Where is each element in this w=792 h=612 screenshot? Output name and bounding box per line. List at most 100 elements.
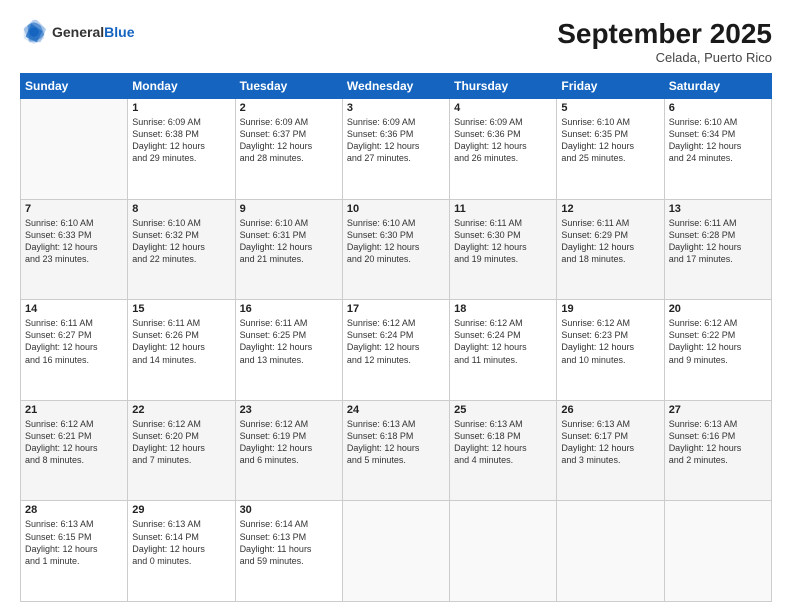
- col-friday: Friday: [557, 74, 664, 99]
- day-info: Sunrise: 6:12 AM Sunset: 6:23 PM Dayligh…: [561, 317, 659, 366]
- table-row: 14 Sunrise: 6:11 AM Sunset: 6:27 PM Dayli…: [21, 300, 128, 401]
- day-info: Sunrise: 6:10 AM Sunset: 6:31 PM Dayligh…: [240, 217, 338, 266]
- day-number: 30: [240, 504, 338, 516]
- calendar-week-row: 28 Sunrise: 6:13 AM Sunset: 6:15 PM Dayli…: [21, 501, 772, 602]
- col-saturday: Saturday: [664, 74, 771, 99]
- day-number: 25: [454, 404, 552, 416]
- table-row: 28 Sunrise: 6:13 AM Sunset: 6:15 PM Dayli…: [21, 501, 128, 602]
- table-row: 9 Sunrise: 6:10 AM Sunset: 6:31 PM Daylig…: [235, 199, 342, 300]
- col-thursday: Thursday: [450, 74, 557, 99]
- day-number: 4: [454, 102, 552, 114]
- table-row: 6 Sunrise: 6:10 AM Sunset: 6:34 PM Daylig…: [664, 99, 771, 200]
- day-info: Sunrise: 6:09 AM Sunset: 6:38 PM Dayligh…: [132, 116, 230, 165]
- calendar-week-row: 1 Sunrise: 6:09 AM Sunset: 6:38 PM Daylig…: [21, 99, 772, 200]
- day-info: Sunrise: 6:09 AM Sunset: 6:36 PM Dayligh…: [454, 116, 552, 165]
- calendar-week-row: 7Sunrise: 6:10 AM Sunset: 6:33 PM Daylig…: [21, 199, 772, 300]
- table-row: 27Sunrise: 6:13 AM Sunset: 6:16 PM Dayli…: [664, 400, 771, 501]
- day-number: 10: [347, 203, 445, 215]
- day-number: 19: [561, 303, 659, 315]
- day-info: Sunrise: 6:12 AM Sunset: 6:19 PM Dayligh…: [240, 418, 338, 467]
- table-row: [342, 501, 449, 602]
- calendar-week-row: 14 Sunrise: 6:11 AM Sunset: 6:27 PM Dayli…: [21, 300, 772, 401]
- table-row: 30 Sunrise: 6:14 AM Sunset: 6:13 PM Dayli…: [235, 501, 342, 602]
- day-number: 13: [669, 203, 767, 215]
- calendar-header-row: Sunday Monday Tuesday Wednesday Thursday…: [21, 74, 772, 99]
- day-number: 8: [132, 203, 230, 215]
- day-info: Sunrise: 6:13 AM Sunset: 6:17 PM Dayligh…: [561, 418, 659, 467]
- day-info: Sunrise: 6:10 AM Sunset: 6:35 PM Dayligh…: [561, 116, 659, 165]
- day-number: 16: [240, 303, 338, 315]
- day-number: 3: [347, 102, 445, 114]
- table-row: 22 Sunrise: 6:12 AM Sunset: 6:20 PM Dayli…: [128, 400, 235, 501]
- col-sunday: Sunday: [21, 74, 128, 99]
- day-number: 5: [561, 102, 659, 114]
- calendar-table: Sunday Monday Tuesday Wednesday Thursday…: [20, 73, 772, 602]
- day-info: Sunrise: 6:13 AM Sunset: 6:18 PM Dayligh…: [454, 418, 552, 467]
- table-row: 7Sunrise: 6:10 AM Sunset: 6:33 PM Daylig…: [21, 199, 128, 300]
- table-row: 5 Sunrise: 6:10 AM Sunset: 6:35 PM Daylig…: [557, 99, 664, 200]
- day-info: Sunrise: 6:11 AM Sunset: 6:29 PM Dayligh…: [561, 217, 659, 266]
- day-info: Sunrise: 6:10 AM Sunset: 6:32 PM Dayligh…: [132, 217, 230, 266]
- day-info: Sunrise: 6:14 AM Sunset: 6:13 PM Dayligh…: [240, 518, 338, 567]
- table-row: [450, 501, 557, 602]
- day-info: Sunrise: 6:09 AM Sunset: 6:37 PM Dayligh…: [240, 116, 338, 165]
- day-number: 23: [240, 404, 338, 416]
- day-number: 1: [132, 102, 230, 114]
- calendar-week-row: 21 Sunrise: 6:12 AM Sunset: 6:21 PM Dayli…: [21, 400, 772, 501]
- title-block: September 2025 Celada, Puerto Rico: [557, 18, 772, 65]
- day-number: 6: [669, 102, 767, 114]
- day-info: Sunrise: 6:10 AM Sunset: 6:34 PM Dayligh…: [669, 116, 767, 165]
- table-row: 26Sunrise: 6:13 AM Sunset: 6:17 PM Dayli…: [557, 400, 664, 501]
- table-row: 18 Sunrise: 6:12 AM Sunset: 6:24 PM Dayli…: [450, 300, 557, 401]
- day-info: Sunrise: 6:13 AM Sunset: 6:15 PM Dayligh…: [25, 518, 123, 567]
- table-row: 29 Sunrise: 6:13 AM Sunset: 6:14 PM Dayli…: [128, 501, 235, 602]
- day-number: 9: [240, 203, 338, 215]
- table-row: 25 Sunrise: 6:13 AM Sunset: 6:18 PM Dayli…: [450, 400, 557, 501]
- table-row: 8 Sunrise: 6:10 AM Sunset: 6:32 PM Daylig…: [128, 199, 235, 300]
- day-info: Sunrise: 6:13 AM Sunset: 6:14 PM Dayligh…: [132, 518, 230, 567]
- table-row: 16Sunrise: 6:11 AM Sunset: 6:25 PM Dayli…: [235, 300, 342, 401]
- col-wednesday: Wednesday: [342, 74, 449, 99]
- table-row: [21, 99, 128, 200]
- col-monday: Monday: [128, 74, 235, 99]
- day-number: 18: [454, 303, 552, 315]
- day-number: 12: [561, 203, 659, 215]
- logo-text: GeneralBlue: [52, 24, 134, 40]
- day-info: Sunrise: 6:11 AM Sunset: 6:30 PM Dayligh…: [454, 217, 552, 266]
- day-info: Sunrise: 6:11 AM Sunset: 6:26 PM Dayligh…: [132, 317, 230, 366]
- day-number: 2: [240, 102, 338, 114]
- table-row: 13 Sunrise: 6:11 AM Sunset: 6:28 PM Dayli…: [664, 199, 771, 300]
- day-number: 27: [669, 404, 767, 416]
- day-info: Sunrise: 6:12 AM Sunset: 6:24 PM Dayligh…: [347, 317, 445, 366]
- day-info: Sunrise: 6:12 AM Sunset: 6:21 PM Dayligh…: [25, 418, 123, 467]
- table-row: 11Sunrise: 6:11 AM Sunset: 6:30 PM Dayli…: [450, 199, 557, 300]
- table-row: 19 Sunrise: 6:12 AM Sunset: 6:23 PM Dayli…: [557, 300, 664, 401]
- col-tuesday: Tuesday: [235, 74, 342, 99]
- day-info: Sunrise: 6:12 AM Sunset: 6:24 PM Dayligh…: [454, 317, 552, 366]
- day-number: 14: [25, 303, 123, 315]
- table-row: 24 Sunrise: 6:13 AM Sunset: 6:18 PM Dayli…: [342, 400, 449, 501]
- table-row: 12 Sunrise: 6:11 AM Sunset: 6:29 PM Dayli…: [557, 199, 664, 300]
- table-row: 4 Sunrise: 6:09 AM Sunset: 6:36 PM Daylig…: [450, 99, 557, 200]
- day-number: 21: [25, 404, 123, 416]
- location: Celada, Puerto Rico: [557, 50, 772, 65]
- table-row: 23 Sunrise: 6:12 AM Sunset: 6:19 PM Dayli…: [235, 400, 342, 501]
- table-row: [664, 501, 771, 602]
- page: GeneralBlue September 2025 Celada, Puert…: [0, 0, 792, 612]
- logo-icon: [20, 18, 48, 46]
- day-number: 24: [347, 404, 445, 416]
- day-info: Sunrise: 6:11 AM Sunset: 6:28 PM Dayligh…: [669, 217, 767, 266]
- day-number: 29: [132, 504, 230, 516]
- day-info: Sunrise: 6:10 AM Sunset: 6:30 PM Dayligh…: [347, 217, 445, 266]
- table-row: [557, 501, 664, 602]
- day-number: 15: [132, 303, 230, 315]
- day-number: 22: [132, 404, 230, 416]
- logo: GeneralBlue: [20, 18, 134, 46]
- month-title: September 2025: [557, 18, 772, 50]
- day-number: 28: [25, 504, 123, 516]
- day-info: Sunrise: 6:12 AM Sunset: 6:20 PM Dayligh…: [132, 418, 230, 467]
- table-row: 20Sunrise: 6:12 AM Sunset: 6:22 PM Dayli…: [664, 300, 771, 401]
- table-row: 10 Sunrise: 6:10 AM Sunset: 6:30 PM Dayli…: [342, 199, 449, 300]
- day-info: Sunrise: 6:13 AM Sunset: 6:18 PM Dayligh…: [347, 418, 445, 467]
- day-info: Sunrise: 6:11 AM Sunset: 6:27 PM Dayligh…: [25, 317, 123, 366]
